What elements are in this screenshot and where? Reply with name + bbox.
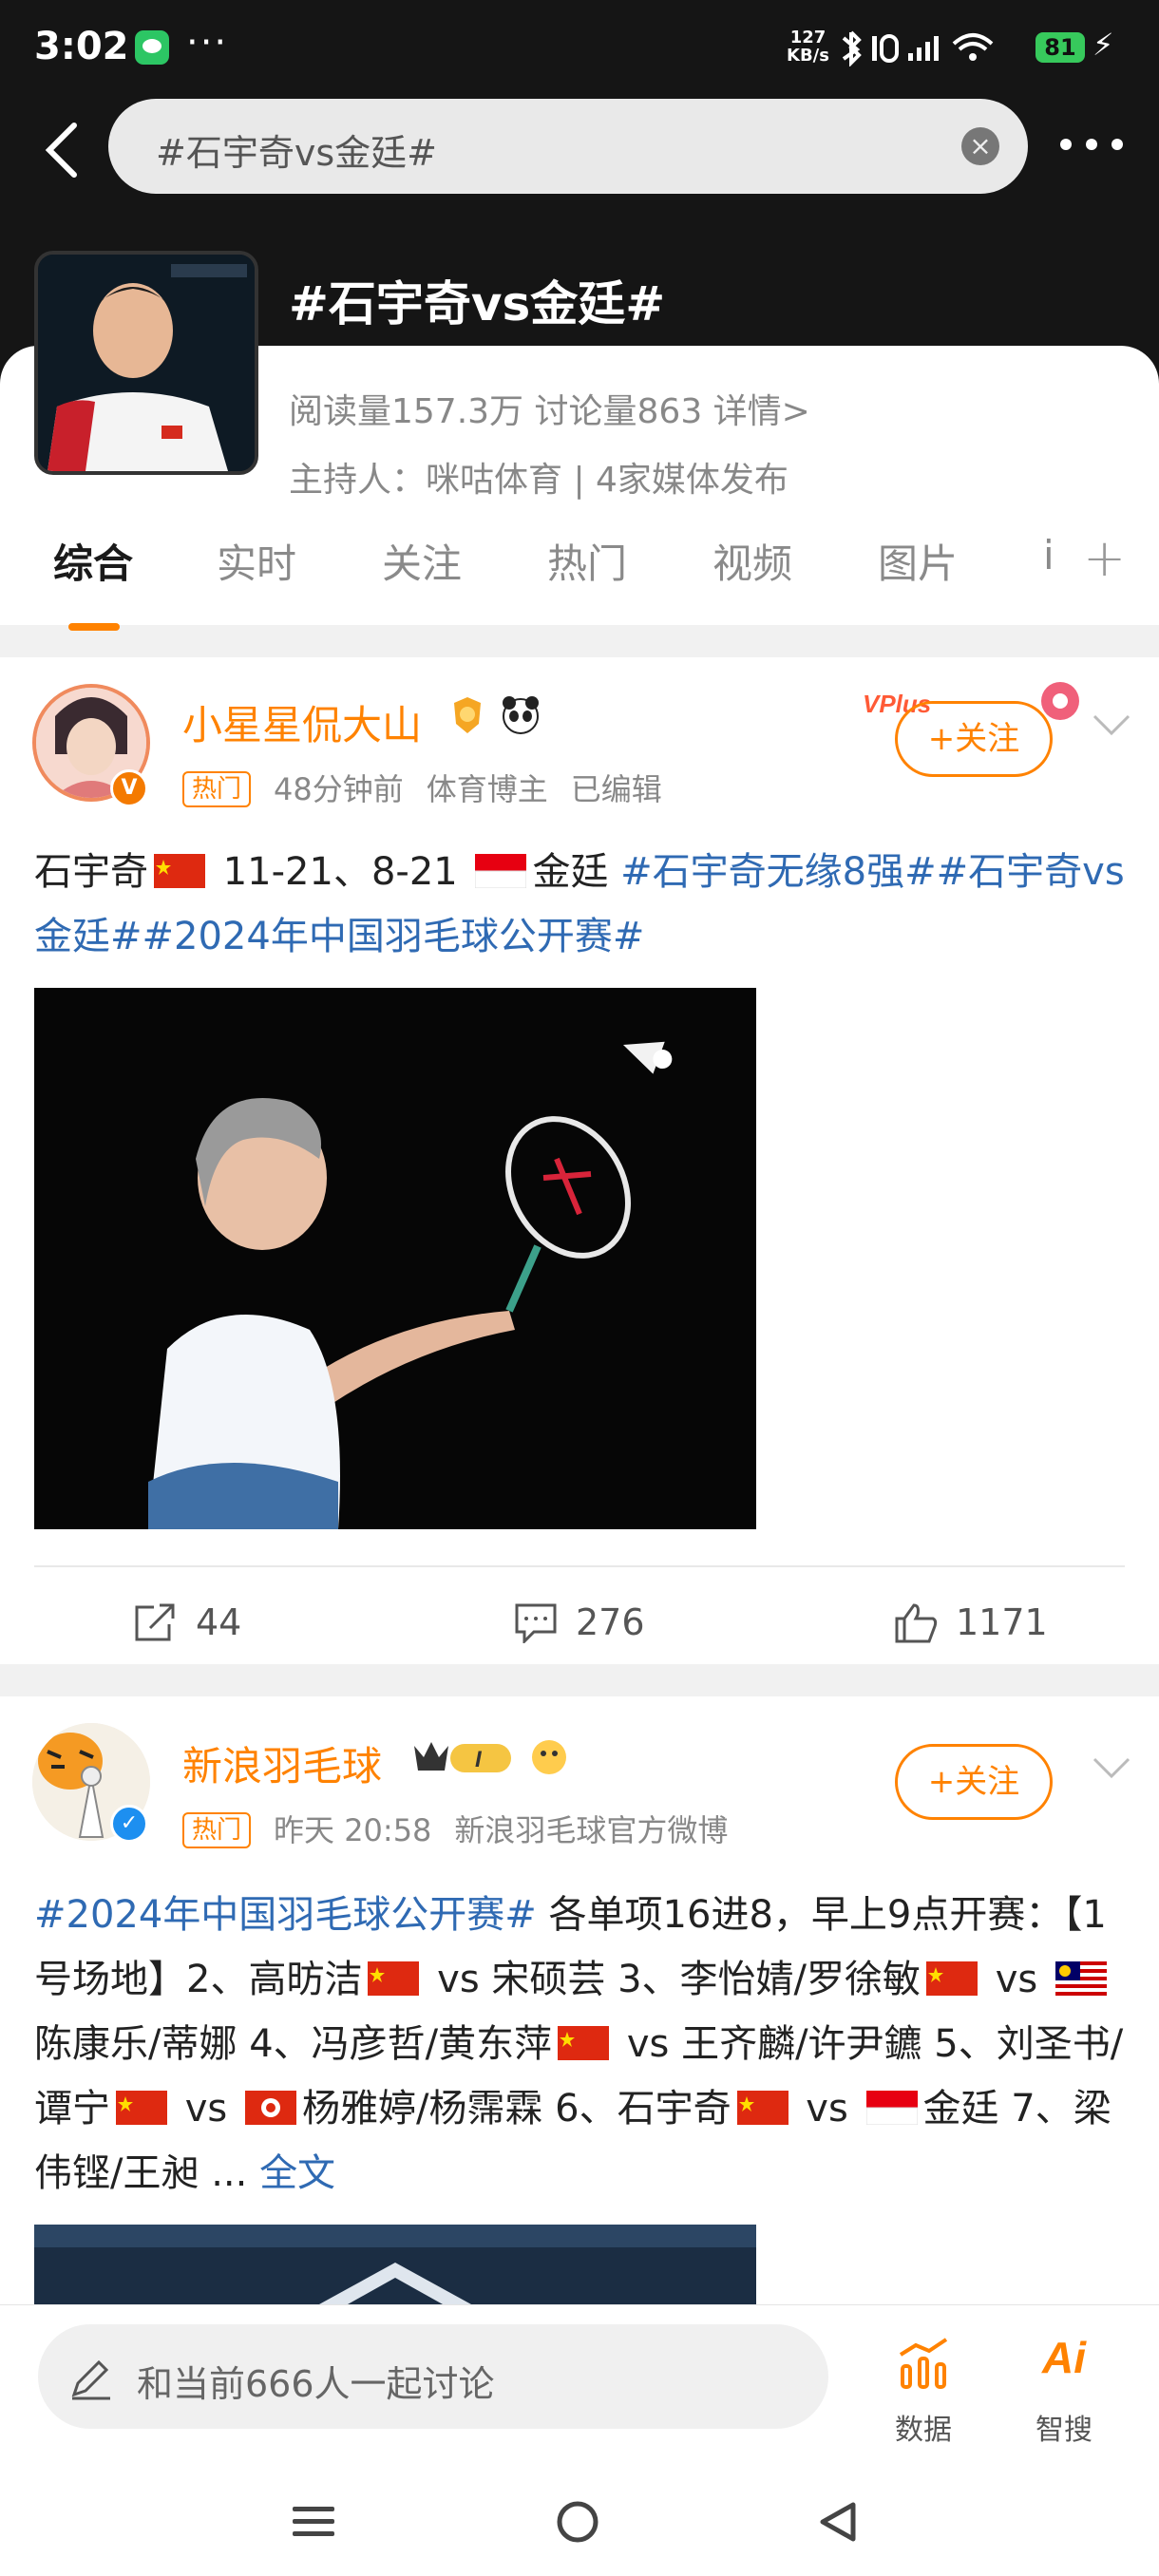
- china-flag-icon: [736, 2091, 788, 2125]
- ai-label: 智搜: [1036, 2414, 1092, 2447]
- tab-images[interactable]: 图片: [878, 532, 958, 590]
- post-source: 新浪羽毛球官方微博: [454, 1812, 729, 1848]
- china-flag-icon: [558, 2026, 610, 2060]
- more-notifications-icon: ···: [186, 21, 229, 65]
- comment-icon: [515, 1603, 557, 1643]
- tab-hot[interactable]: 热门: [547, 532, 627, 590]
- verified-badge: V: [110, 769, 148, 807]
- topic-cover-image: [34, 251, 258, 475]
- home-icon[interactable]: [555, 2499, 600, 2545]
- post-card[interactable]: ✓ 新浪羽毛球 I 热门 昨天 20:58 新浪羽毛球官方微博 +关注 #2024年…: [0, 1696, 1159, 2304]
- tab-all[interactable]: 综合: [53, 532, 133, 590]
- back-icon[interactable]: [815, 2499, 861, 2545]
- indonesia-flag-icon: [865, 2091, 918, 2125]
- system-navigation: [0, 2467, 1159, 2576]
- follow-button[interactable]: +关注: [895, 1744, 1053, 1820]
- like-button[interactable]: 1171: [893, 1584, 1048, 1660]
- edited-label: 已编辑: [570, 771, 662, 807]
- topic-stats[interactable]: 阅读量157.3万 讨论量863 详情>: [289, 384, 810, 433]
- china-flag-icon: [926, 1961, 978, 1996]
- topic-host: 主持人：咪咕体育 | 4家媒体发布: [289, 461, 788, 500]
- chevron-down-icon[interactable]: [1092, 1757, 1130, 1780]
- chevron-down-icon[interactable]: [1092, 714, 1130, 737]
- share-icon: [135, 1603, 175, 1641]
- tab-realtime[interactable]: 实时: [217, 532, 296, 590]
- post-actions: 44 276 1171: [0, 1584, 1159, 1660]
- post-image[interactable]: [34, 988, 756, 1529]
- post-meta: 热门 48分钟前 体育博主 已编辑: [182, 766, 685, 809]
- charging-icon: ⚡: [1092, 27, 1114, 63]
- hot-tag: 热门: [182, 771, 252, 807]
- post-source: 体育博主: [426, 771, 548, 807]
- more-dots-icon[interactable]: [1056, 125, 1127, 163]
- add-tab-icon[interactable]: +: [1083, 528, 1126, 588]
- follow-button[interactable]: +关注: [895, 701, 1053, 777]
- wechat-icon: [135, 30, 169, 65]
- status-bar: 3:02 ··· 127 KB/s 81 ⚡: [0, 0, 1159, 95]
- post-username[interactable]: 小星星侃大山: [182, 693, 422, 751]
- active-tab-indicator: [68, 623, 120, 631]
- user-level-badge: I: [410, 1736, 572, 1790]
- china-flag-icon: [368, 1961, 420, 1996]
- user-medal-icons: [446, 695, 551, 747]
- post-meta: 热门 昨天 20:58 新浪羽毛球官方微博: [182, 1807, 750, 1850]
- post-time: 昨天 20:58: [274, 1812, 432, 1848]
- post-text: 石宇奇 11-21、8-21 金廷 #石宇奇无缘8强##石宇奇vs金廷##202…: [34, 850, 1125, 958]
- bottom-bar: 和当前666人一起讨论 数据 Ai 智搜: [0, 2304, 1159, 2576]
- topic-title: #石宇奇vs金廷#: [289, 276, 666, 331]
- divider: [34, 1565, 1125, 1567]
- status-time: 3:02: [34, 25, 129, 68]
- data-label: 数据: [895, 2414, 952, 2447]
- clear-search-icon[interactable]: ×: [961, 127, 999, 165]
- topic-tabs: 综合 实时 关注 热门 视频 图片 i +: [0, 502, 1159, 631]
- hot-tag: 热门: [182, 1812, 252, 1848]
- china-flag-icon: [154, 854, 205, 888]
- comment-button[interactable]: 276: [513, 1584, 645, 1660]
- thumbs-up-icon: [895, 1603, 938, 1643]
- hashtag-link[interactable]: #2024年中国羽毛球公开赛#: [34, 1893, 537, 1937]
- verified-badge: ✓: [110, 1805, 148, 1843]
- post-card[interactable]: V 小星星侃大山 热门 48分钟前 体育博主 已编辑 VPlus +关注 石宇奇 11…: [0, 657, 1159, 1664]
- tab-follow[interactable]: 关注: [382, 532, 462, 590]
- malaysia-flag-icon: [1055, 1961, 1107, 1996]
- read-more-link[interactable]: 全文: [259, 2151, 335, 2195]
- post-time: 48分钟前: [274, 771, 404, 807]
- share-button[interactable]: 44: [133, 1584, 241, 1660]
- data-button[interactable]: 数据: [866, 2326, 980, 2447]
- discuss-input[interactable]: 和当前666人一起讨论: [38, 2324, 828, 2429]
- search-query: #石宇奇vs金廷#: [156, 132, 437, 174]
- tab-more-truncated[interactable]: i: [1043, 532, 1054, 578]
- bar-chart-icon: [899, 2338, 948, 2389]
- battery-indicator: 81: [1036, 32, 1085, 63]
- tab-video[interactable]: 视频: [712, 532, 792, 590]
- indonesia-flag-icon: [475, 854, 527, 888]
- ai-icon: Ai: [1042, 2333, 1086, 2382]
- discuss-placeholder: 和当前666人一起讨论: [137, 2363, 495, 2405]
- post-image[interactable]: [34, 2225, 756, 2304]
- china-flag-icon: [116, 2091, 167, 2125]
- post-username[interactable]: 新浪羽毛球: [182, 1734, 382, 1792]
- signal-wifi-icons: [840, 28, 1026, 75]
- post-text: #2024年中国羽毛球公开赛# 各单项16进8，早上9点开赛：【1号场地】2、高…: [34, 1893, 1124, 2195]
- ai-search-button[interactable]: Ai 智搜: [1007, 2326, 1121, 2447]
- network-speed: 127 KB/s: [787, 28, 829, 66]
- menu-icon[interactable]: [291, 2503, 336, 2541]
- pen-icon: [71, 2359, 110, 2400]
- search-input[interactable]: #石宇奇vs金廷# ×: [108, 99, 1028, 194]
- hongkong-flag-icon: [244, 2091, 296, 2125]
- chevron-left-icon[interactable]: [42, 122, 84, 179]
